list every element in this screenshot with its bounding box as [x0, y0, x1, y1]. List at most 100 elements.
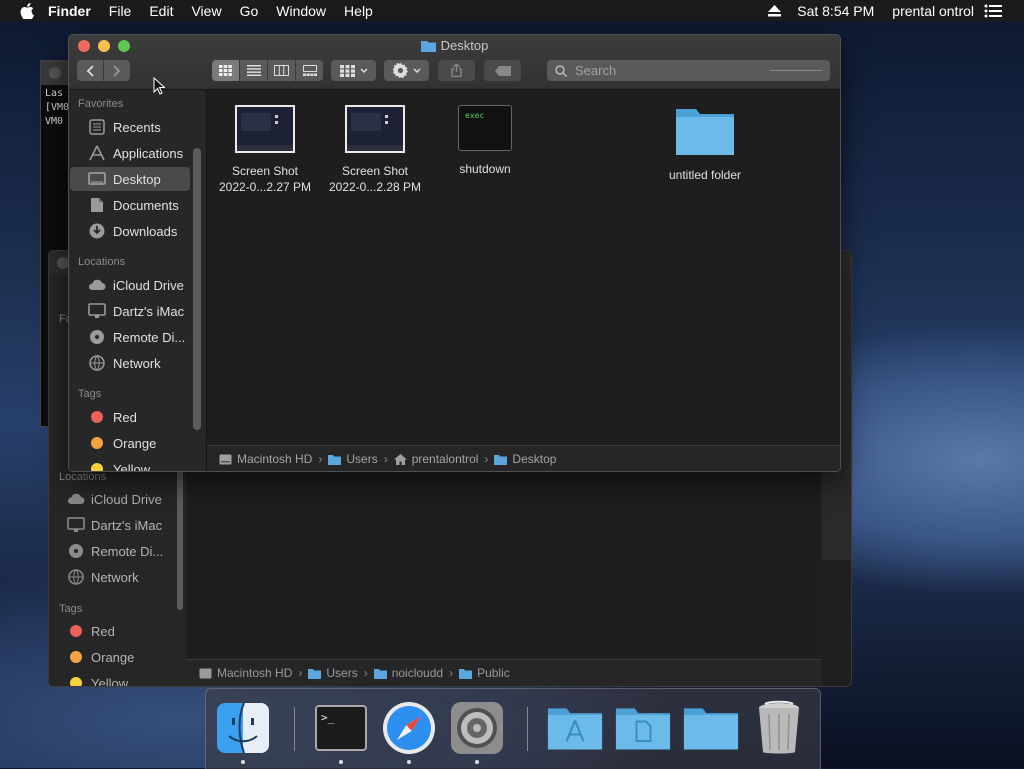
share-button[interactable] [438, 60, 475, 81]
sidebar-item-icloud-drive[interactable]: iCloud Drive [70, 273, 190, 297]
menu-edit[interactable]: Edit [149, 3, 173, 19]
menubar-clock[interactable]: Sat 8:54 PM [797, 3, 874, 19]
file-name: shutdown [459, 162, 511, 176]
list-view-button[interactable] [240, 60, 268, 81]
file-name: Screen Shot [231, 164, 299, 178]
search-field[interactable] [547, 60, 830, 81]
sidebar-tag-orange[interactable]: Orange [70, 431, 190, 455]
file-grid[interactable]: Screen Shot 2022-0...2.27 PM Screen Shot… [207, 90, 840, 445]
search-input[interactable] [573, 62, 777, 79]
disc-icon [87, 328, 107, 346]
crumb-desktop[interactable]: Desktop [494, 452, 556, 466]
sidebar-tag-yellow[interactable]: Yellow [70, 457, 190, 472]
icon-view-button[interactable] [212, 60, 240, 81]
share-icon [451, 64, 462, 77]
terminal-close-button[interactable] [49, 67, 61, 79]
column-view-button[interactable] [268, 60, 296, 81]
tag-dot-red [91, 411, 103, 423]
sidebar-section-tags: Tags [59, 603, 83, 615]
sidebar-tag-yellow[interactable]: Yellow [67, 674, 128, 686]
imac-icon [87, 302, 107, 320]
menu-go[interactable]: Go [240, 3, 259, 19]
gallery-icon [302, 65, 317, 76]
sidebar-tag-red[interactable]: Red [67, 622, 115, 640]
sidebar-item-remote-disc[interactable]: Remote Di... [67, 542, 163, 560]
menu-help[interactable]: Help [344, 3, 373, 19]
crumb-macintosh-hd[interactable]: Macintosh HD › [219, 452, 328, 466]
edit-tags-button[interactable] [484, 60, 521, 81]
sidebar-item-label: Dartz's iMac [91, 517, 163, 533]
sidebar-item-applications[interactable]: Applications [70, 141, 190, 165]
sidebar-item-label: Yellow [113, 461, 151, 472]
folder-icon [676, 109, 734, 155]
file-item-shutdown[interactable]: exec shutdown [435, 105, 535, 177]
crumb-macintosh-hd[interactable]: Macintosh HD › [199, 666, 308, 680]
sidebar-item-remote-disc[interactable]: Remote Di... [70, 325, 190, 349]
applications-folder-icon [547, 708, 603, 750]
file-item-screenshot-1[interactable]: Screen Shot 2022-0...2.27 PM [215, 105, 315, 195]
menu-bar: Finder File Edit View Go Window Help Sat… [0, 0, 1024, 22]
forward-button[interactable] [104, 60, 130, 81]
sidebar-item-documents[interactable]: Documents [70, 193, 190, 217]
gallery-view-button[interactable] [296, 60, 323, 81]
view-mode-control [212, 60, 323, 81]
menu-app-finder[interactable]: Finder [48, 3, 91, 19]
file-item-screenshot-2[interactable]: Screen Shot 2022-0...2.28 PM [325, 105, 425, 195]
sidebar-section-locations: Locations [59, 471, 107, 483]
icloud-icon [67, 490, 85, 508]
screenshot-thumbnail [345, 105, 405, 153]
file-item-untitled-folder[interactable]: untitled folder [655, 105, 755, 183]
finder-titlebar[interactable]: Desktop [69, 35, 840, 90]
crumb-user-folder[interactable]: noicloudd › [373, 666, 459, 680]
sidebar-item-imac[interactable]: Dartz's iMac [70, 299, 190, 323]
background-sidebar-scrollbar[interactable] [177, 460, 183, 610]
network-icon [67, 568, 85, 586]
apple-icon[interactable] [20, 3, 34, 19]
control-center-icon[interactable] [984, 4, 1002, 18]
sidebar-item-network[interactable]: Network [70, 351, 190, 375]
sidebar-tag-orange[interactable]: Orange [67, 648, 134, 666]
crumb-users[interactable]: Users › [308, 666, 373, 680]
sidebar-item-label: Applications [113, 145, 184, 161]
dock-safari[interactable] [381, 701, 437, 764]
menu-window[interactable]: Window [276, 3, 326, 19]
sidebar-item-icloud-drive[interactable]: iCloud Drive [67, 490, 162, 508]
menu-file[interactable]: File [109, 3, 132, 19]
search-icon [555, 64, 567, 77]
action-button[interactable] [384, 60, 429, 81]
sidebar-item-network[interactable]: Network [67, 568, 139, 586]
sidebar-item-recents[interactable]: Recents [70, 115, 190, 139]
eject-icon[interactable] [768, 5, 782, 17]
finder-icon [217, 702, 269, 754]
menu-view[interactable]: View [191, 3, 221, 19]
sidebar-item-downloads[interactable]: Downloads [70, 219, 190, 243]
columns-icon [274, 65, 289, 76]
window-title: Desktop [69, 38, 840, 53]
file-name-line2: 2022-0...2.28 PM [328, 180, 422, 194]
hard-drive-icon [219, 454, 232, 464]
sidebar-tag-red[interactable]: Red [70, 405, 190, 429]
running-indicator [407, 760, 411, 764]
crumb-users[interactable]: Users › [328, 452, 393, 466]
dock-downloads-folder[interactable] [683, 701, 739, 755]
dock-applications-folder[interactable] [547, 701, 603, 755]
crumb-public[interactable]: Public [459, 666, 510, 680]
sidebar-item-desktop[interactable]: Desktop [70, 167, 190, 191]
dock-trash[interactable] [751, 700, 807, 755]
chevron-right-icon [113, 64, 121, 77]
sidebar-item-label: Red [113, 409, 137, 425]
sidebar-item-imac[interactable]: Dartz's iMac [67, 516, 162, 534]
back-button[interactable] [77, 60, 104, 81]
crumb-user-home[interactable]: prentalontrol › [393, 452, 495, 466]
group-by-button[interactable] [331, 60, 376, 81]
dock-terminal[interactable]: >_ [313, 701, 369, 764]
dock-documents-folder[interactable] [615, 701, 671, 755]
sidebar-item-label: Dartz's iMac [113, 303, 185, 319]
terminal-icon: >_ [315, 705, 367, 751]
menubar-user[interactable]: prental ontrol [892, 3, 974, 19]
dock-system-preferences[interactable] [449, 701, 505, 764]
dock-separator [294, 707, 295, 751]
dock-finder[interactable] [215, 701, 271, 764]
sidebar-scrollbar[interactable] [193, 148, 201, 430]
finder-window[interactable]: Desktop Search Favorites Recents Applica… [68, 34, 841, 472]
